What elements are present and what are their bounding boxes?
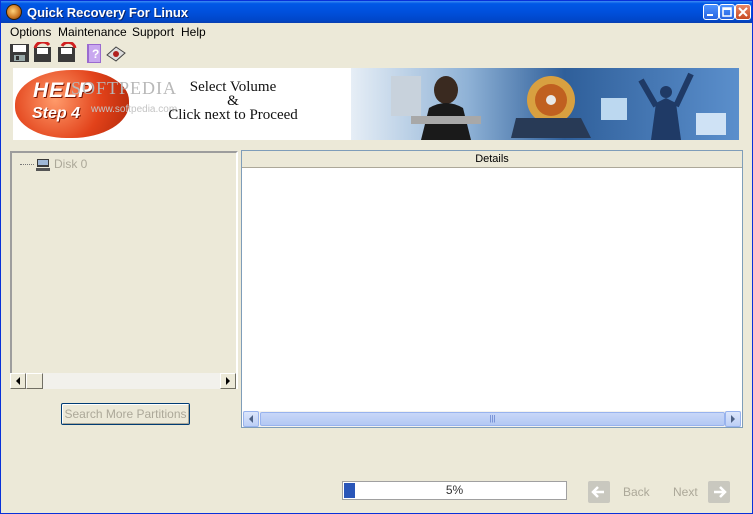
help-book-button[interactable]: ?	[84, 42, 106, 64]
next-button[interactable]: Next	[673, 479, 731, 503]
minimize-button[interactable]	[703, 4, 719, 20]
instruction-line-3: Click next to Proceed	[168, 107, 298, 123]
svg-text:?: ?	[92, 47, 99, 61]
details-scroll-right-button[interactable]	[725, 411, 741, 427]
progress-bar: 5%	[342, 481, 567, 500]
window-title: Quick Recovery For Linux	[27, 5, 189, 20]
details-column-header[interactable]: Details	[242, 151, 742, 168]
next-arrow-icon	[708, 481, 730, 503]
next-label: Next	[673, 485, 698, 499]
main-window: Quick Recovery For Linux Options Mainten…	[0, 0, 753, 514]
step-number: Step 4	[32, 105, 81, 122]
scroll-left-button[interactable]	[10, 373, 26, 389]
disk-tool-button[interactable]	[105, 42, 127, 64]
volume-tree[interactable]: Disk 0	[10, 151, 238, 389]
tree-scrollbar[interactable]	[10, 373, 236, 389]
tree-connector	[20, 164, 34, 165]
menu-maintenance[interactable]: Maintenance	[58, 25, 127, 39]
search-more-partitions-button[interactable]: Search More Partitions	[61, 403, 190, 425]
disk-tool-icon	[106, 46, 126, 62]
banner-photo	[351, 68, 739, 140]
maximize-button[interactable]	[719, 4, 735, 20]
help-book-icon: ?	[87, 44, 101, 63]
step-banner: HELP Step 4 SOFTPEDIA www.softpedia.com …	[13, 68, 739, 140]
arrow-right-icon	[226, 377, 230, 385]
back-arrow-icon	[588, 481, 610, 503]
scroll-right-button[interactable]	[220, 373, 236, 389]
scroll-thumb[interactable]	[26, 373, 43, 389]
minimize-icon	[707, 14, 713, 16]
details-scrollbar[interactable]: |||	[243, 411, 741, 427]
toolbar: ?	[1, 40, 752, 65]
details-list[interactable]: Details |||	[241, 150, 743, 428]
back-button[interactable]: Back	[588, 479, 654, 503]
back-label: Back	[623, 485, 650, 499]
save-button[interactable]	[9, 42, 31, 64]
disk-icon	[36, 159, 50, 171]
restore-button[interactable]	[32, 40, 54, 64]
restore-icon	[33, 40, 51, 62]
menu-help[interactable]: Help	[181, 25, 206, 39]
title-bar[interactable]: Quick Recovery For Linux	[1, 1, 752, 23]
arrow-left-icon	[249, 415, 253, 423]
menu-bar: Options Maintenance Support Help	[1, 23, 752, 41]
close-button[interactable]	[735, 4, 751, 20]
arrow-left-icon	[16, 377, 20, 385]
menu-support[interactable]: Support	[132, 25, 174, 39]
tree-item-label: Disk 0	[54, 157, 88, 171]
recover-icon	[58, 40, 77, 62]
details-scroll-left-button[interactable]	[243, 411, 259, 427]
progress-label: 5%	[445, 483, 464, 497]
arrow-right-icon	[731, 415, 735, 423]
recover-button[interactable]	[56, 40, 78, 64]
app-icon	[6, 4, 22, 20]
details-scroll-thumb[interactable]: |||	[260, 412, 725, 426]
maximize-icon	[722, 7, 732, 17]
close-icon	[738, 7, 748, 17]
menu-options[interactable]: Options	[10, 25, 51, 39]
save-icon	[10, 44, 29, 62]
